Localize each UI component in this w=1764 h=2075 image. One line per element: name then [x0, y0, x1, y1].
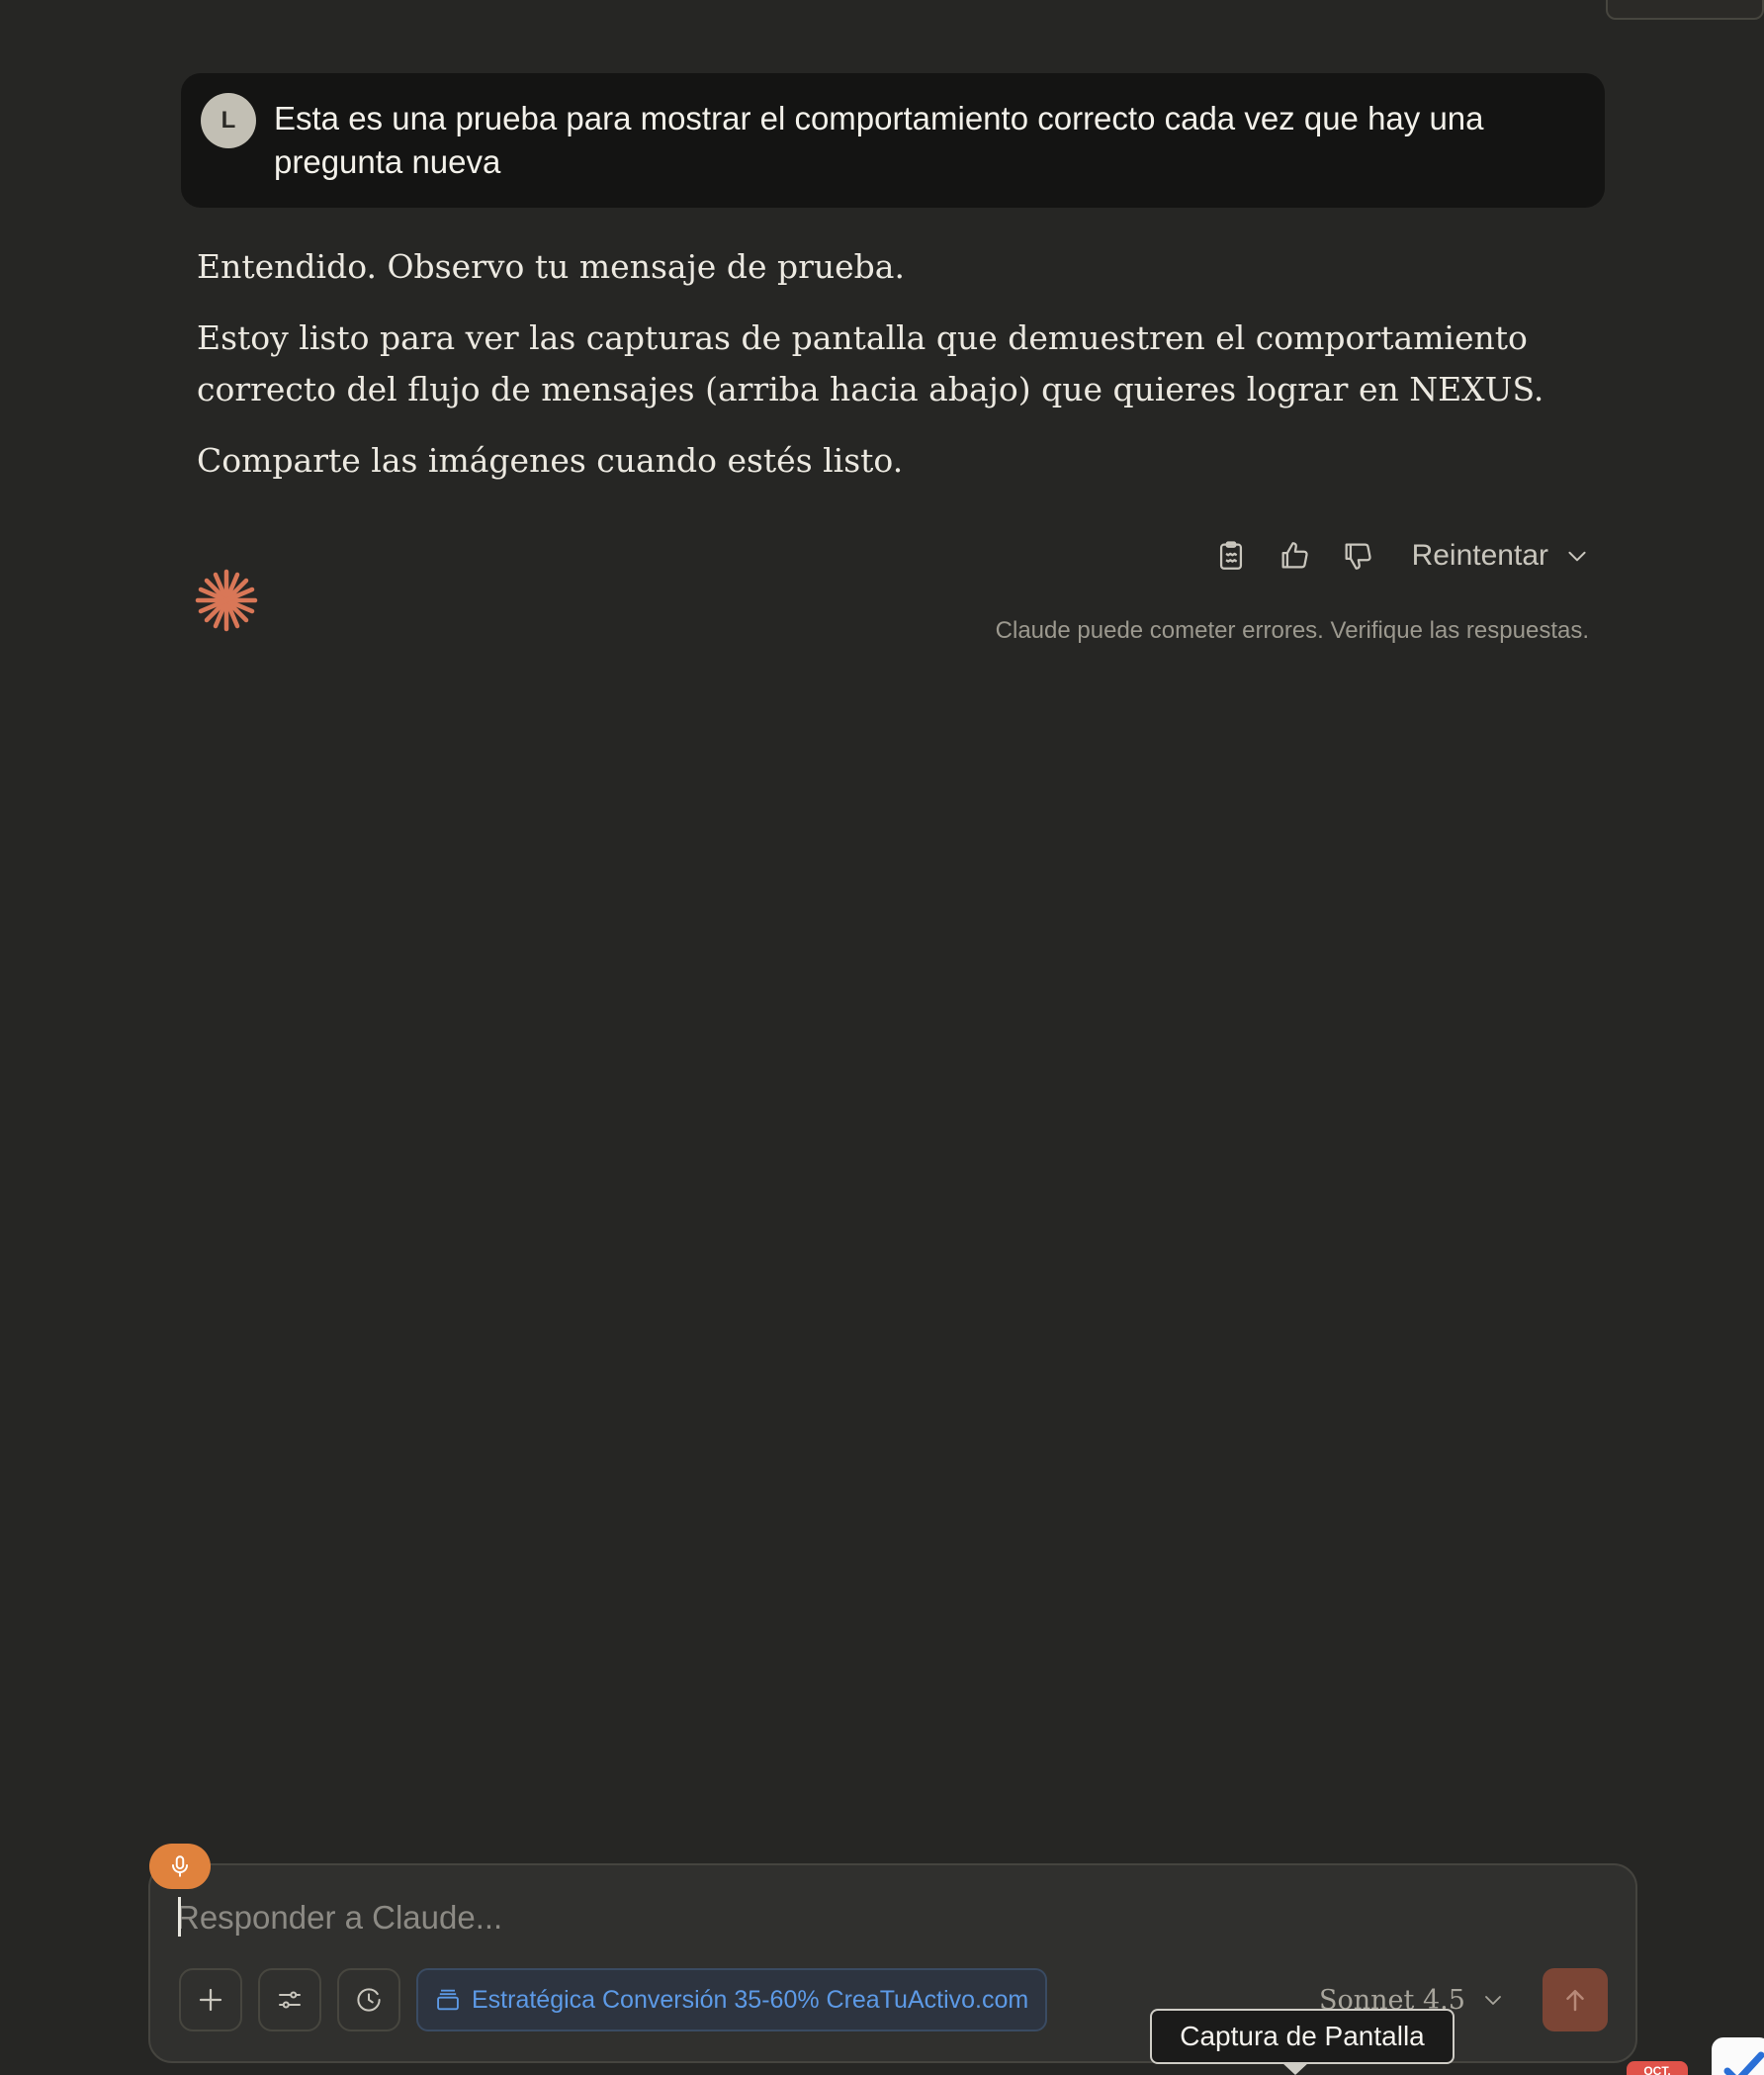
top-cut-header	[0, 0, 989, 2]
microphone-button[interactable]	[149, 1844, 211, 1889]
reply-input[interactable]	[176, 1893, 1600, 1942]
retry-button[interactable]: Reintentar	[1412, 539, 1590, 573]
assistant-paragraph-2: Estoy listo para ver las capturas de pan…	[197, 318, 1544, 408]
calendar-dock-icon[interactable]: OCT.	[1627, 2061, 1688, 2075]
user-avatar[interactable]: L	[201, 93, 256, 148]
thumbs-down-icon[interactable]	[1337, 535, 1378, 577]
sliders-icon	[279, 1991, 301, 2009]
top-right-button[interactable]	[1606, 0, 1764, 20]
assistant-paragraph-1: Entendido. Observo tu mensaje de prueba.	[197, 247, 905, 286]
clock-icon	[357, 1988, 381, 2012]
history-button[interactable]	[337, 1968, 400, 2031]
disclaimer-text: Claude puede cometer errores. Verifique …	[995, 617, 1589, 644]
text-caret	[178, 1897, 181, 1937]
user-message: L Esta es una prueba para mostrar el com…	[181, 73, 1605, 208]
send-button[interactable]	[1543, 1968, 1608, 2031]
project-chip-label: Estratégica Conversión 35-60% CreaTuActi…	[472, 1985, 1029, 2014]
project-folder-icon	[437, 1989, 459, 2011]
arrow-up-icon	[1566, 1990, 1584, 2012]
clipboard-icon[interactable]	[1210, 535, 1252, 577]
message-actions: Reintentar	[1210, 534, 1590, 578]
thumbs-up-icon[interactable]	[1274, 535, 1315, 577]
assistant-paragraph-3: Comparte las imágenes cuando estés listo…	[197, 441, 904, 480]
checkmark-app-icon[interactable]	[1712, 2037, 1764, 2075]
add-button[interactable]	[179, 1968, 242, 2031]
user-message-text: Esta es una prueba para mostrar el compo…	[274, 100, 1484, 180]
chevron-down-icon	[1568, 551, 1586, 562]
plus-icon	[199, 1988, 222, 2012]
screenshot-tooltip: Captura de Pantalla	[1150, 2009, 1455, 2064]
microphone-icon	[171, 1855, 189, 1877]
project-chip[interactable]: Estratégica Conversión 35-60% CreaTuActi…	[416, 1968, 1047, 2031]
claude-spark-icon	[195, 569, 258, 632]
retry-label: Reintentar	[1411, 539, 1548, 572]
tools-button[interactable]	[258, 1968, 321, 2031]
assistant-message: Entendido. Observo tu mensaje de prueba.…	[197, 241, 1601, 506]
tooltip-pointer	[1281, 2062, 1309, 2075]
chevron-down-icon	[1484, 1996, 1501, 2005]
